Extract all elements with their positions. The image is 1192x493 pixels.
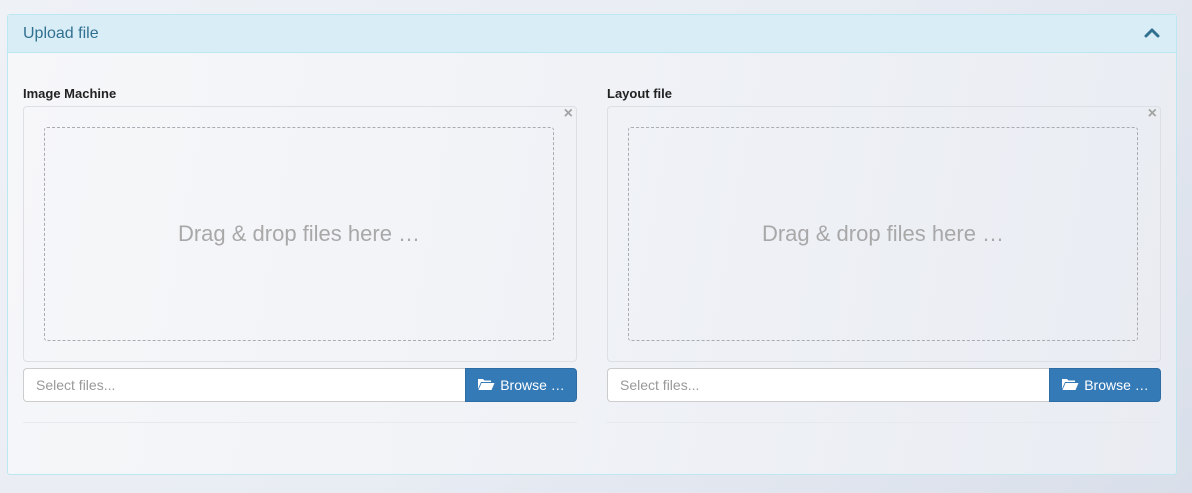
- drop-area[interactable]: Drag & drop files here …: [44, 127, 554, 341]
- chevron-up-icon[interactable]: [1144, 26, 1160, 40]
- field-label: Layout file: [607, 86, 673, 101]
- upload-panel: Upload file Image Machine × Drag & drop …: [7, 14, 1177, 475]
- browse-label: Browse …: [1084, 377, 1149, 393]
- drop-text: Drag & drop files here …: [761, 221, 1005, 246]
- panel-title: Upload file: [23, 24, 99, 42]
- file-caption-input[interactable]: Select files...: [607, 368, 1049, 402]
- drop-text: Drag & drop files here …: [177, 221, 421, 246]
- divider: [607, 422, 1161, 423]
- file-input-group: Select files... Browse …: [607, 368, 1161, 402]
- file-caption-input[interactable]: Select files...: [23, 368, 465, 402]
- divider: [23, 422, 577, 423]
- uploader-layout-file: Layout file × Drag & drop files here … S…: [607, 65, 1161, 423]
- browse-button[interactable]: Browse …: [1049, 368, 1161, 402]
- panel-heading[interactable]: Upload file: [8, 15, 1176, 53]
- field-label: Image Machine: [23, 86, 117, 101]
- close-icon[interactable]: ×: [1148, 106, 1157, 122]
- browse-label: Browse …: [500, 377, 565, 393]
- file-input-group: Select files... Browse …: [23, 368, 577, 402]
- drop-area[interactable]: Drag & drop files here …: [628, 127, 1138, 341]
- folder-open-icon: [477, 377, 495, 394]
- browse-button[interactable]: Browse …: [465, 368, 577, 402]
- folder-open-icon: [1061, 377, 1079, 394]
- uploader-image-machine: Image Machine × Drag & drop files here ……: [23, 65, 577, 423]
- drop-zone[interactable]: × Drag & drop files here …: [23, 106, 577, 362]
- close-icon[interactable]: ×: [564, 106, 573, 122]
- drop-zone[interactable]: × Drag & drop files here …: [607, 106, 1161, 362]
